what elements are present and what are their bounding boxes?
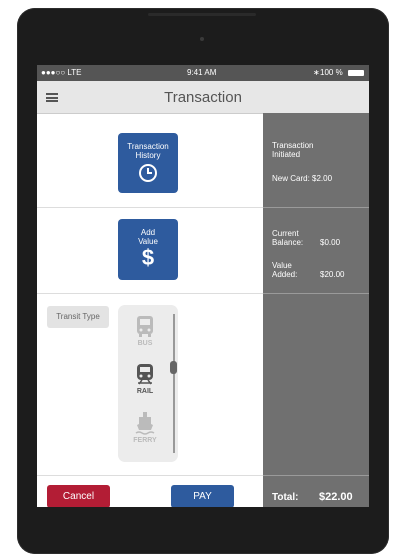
value-added-value: $20.00 — [320, 270, 345, 279]
current-balance-label: Current Balance: — [272, 229, 304, 247]
total-value: $22.00 — [319, 491, 353, 503]
carrier-signal: ●●●○○ LTE — [41, 68, 82, 77]
page-title: Transaction — [164, 89, 242, 106]
history-label-1: Transaction — [127, 142, 169, 151]
pay-button[interactable]: PAY — [171, 485, 234, 507]
bus-option[interactable]: BUS — [118, 314, 172, 347]
speaker-grille — [148, 13, 256, 16]
divider — [37, 207, 263, 208]
transit-type-label: Transit Type — [47, 306, 109, 328]
bus-icon — [137, 316, 153, 337]
current-balance-value: $0.00 — [320, 238, 341, 247]
cancel-button[interactable]: Cancel — [47, 485, 110, 507]
battery-percent: 100 % — [320, 68, 343, 77]
clock-icon — [139, 164, 157, 182]
value-added-label: Value Added: — [272, 261, 298, 279]
panel-divider — [263, 293, 369, 294]
ferry-icon — [135, 412, 155, 435]
dollar-icon: $ — [141, 245, 155, 270]
app-screen: ●●●○○ LTE 9:41 AM ∗ 100 % Transaction Tr… — [37, 65, 369, 507]
transit-type-picker[interactable]: BUS RAIL FERRY — [118, 305, 178, 462]
new-card-fee: New Card: $2.00 — [272, 174, 333, 183]
transaction-history-button[interactable]: Transaction History — [118, 133, 178, 193]
initiated-text: Transaction Initiated — [272, 141, 314, 159]
add-value-button[interactable]: Add Value $ — [118, 219, 178, 280]
total-label: Total: — [272, 492, 299, 503]
clock: 9:41 AM — [187, 68, 217, 77]
picker-scroll-thumb[interactable] — [170, 361, 177, 374]
picker-scroll-track — [173, 314, 175, 453]
add-value-label-1: Add — [140, 228, 156, 237]
front-camera — [200, 37, 204, 41]
bluetooth-icon: ∗ — [313, 68, 320, 77]
summary-panel — [263, 113, 369, 507]
ferry-option[interactable]: FERRY — [118, 411, 172, 444]
rail-option[interactable]: RAIL — [118, 362, 172, 395]
status-bar: ●●●○○ LTE 9:41 AM ∗ 100 % — [37, 65, 369, 81]
tablet-frame: ●●●○○ LTE 9:41 AM ∗ 100 % Transaction Tr… — [17, 8, 389, 554]
rail-icon — [137, 364, 153, 385]
panel-divider — [263, 475, 369, 476]
divider — [37, 293, 263, 294]
history-label-2: History — [135, 151, 161, 160]
divider — [37, 475, 263, 476]
app-header: Transaction — [37, 81, 369, 114]
panel-divider — [263, 207, 369, 208]
